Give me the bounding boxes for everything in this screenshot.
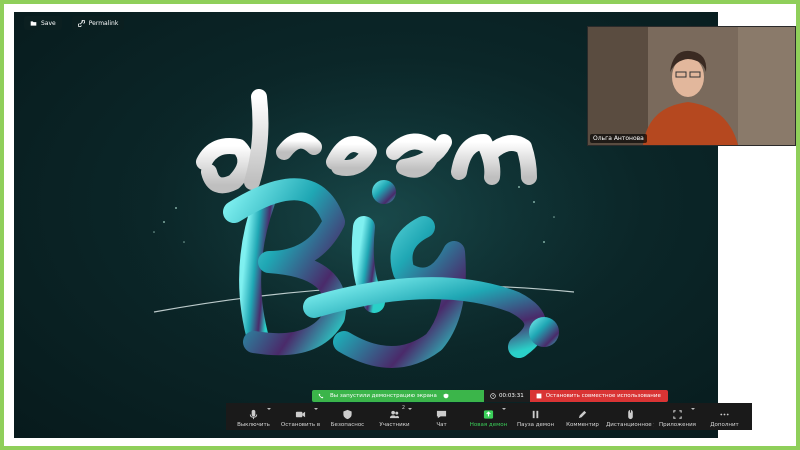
remote-control-label: Дистанционное у <box>606 422 654 428</box>
save-button[interactable]: Save <box>24 16 62 30</box>
mute-button[interactable]: Выключить <box>230 403 277 430</box>
pause-share-label: Пауза демон <box>516 422 555 428</box>
shield-icon <box>443 393 449 399</box>
video-label: Остановить в <box>280 422 321 428</box>
apps-options-caret[interactable] <box>691 408 695 410</box>
mouse-icon <box>627 409 633 420</box>
participant-video <box>588 27 795 145</box>
save-label: Save <box>41 19 56 27</box>
share-toolbar: Save Permalink <box>24 16 125 30</box>
apps-label: Приложения <box>659 422 696 428</box>
pencil-icon <box>578 410 587 419</box>
meeting-controls-bar: Выключить Остановить в Безопаснос 2 Учас… <box>226 403 752 430</box>
phone-icon <box>318 393 324 399</box>
share-message-text: Вы запустили демонстрацию экрана <box>330 393 437 399</box>
stop-video-button[interactable]: Остановить в <box>277 403 324 430</box>
share-status-message: Вы запустили демонстрацию экрана <box>312 390 484 402</box>
chat-button[interactable]: Чат <box>418 403 465 430</box>
stop-share-label: Остановить совместное использование <box>545 393 661 399</box>
pause-share-button[interactable]: Пауза демон <box>512 403 559 430</box>
permalink-label: Permalink <box>88 19 119 27</box>
chat-label: Чат <box>436 422 447 428</box>
participants-button[interactable]: 2 Участники <box>371 403 418 430</box>
security-button[interactable]: Безопаснос <box>324 403 371 430</box>
people-icon <box>389 410 400 419</box>
new-share-label: Новая демон <box>469 422 508 428</box>
more-label: Дополнит <box>710 422 739 428</box>
apps-icon <box>673 410 682 419</box>
more-dots-icon <box>720 413 729 416</box>
participants-label: Участники <box>379 422 410 428</box>
permalink-button[interactable]: Permalink <box>71 16 125 30</box>
chat-bubble-icon <box>436 410 447 419</box>
annotate-button[interactable]: Комментир <box>559 403 606 430</box>
apps-button[interactable]: Приложения <box>654 403 701 430</box>
participant-name: Ольга Антонова <box>590 134 647 143</box>
security-label: Безопаснос <box>330 422 365 428</box>
share-timer-text: 00:03:31 <box>499 393 524 399</box>
pause-icon <box>532 410 539 419</box>
screen-share-status-bar: Вы запустили демонстрацию экрана 00:03:3… <box>312 390 668 402</box>
mute-label: Выключить <box>237 422 270 428</box>
participants-count: 2 <box>401 405 405 411</box>
shield-icon <box>343 409 352 420</box>
stop-share-button[interactable]: Остановить совместное использование <box>529 390 668 402</box>
remote-control-button[interactable]: Дистанционное у <box>606 403 654 430</box>
participant-video-tile[interactable]: Ольга Антонова <box>587 26 796 146</box>
participants-options-caret[interactable] <box>408 408 412 410</box>
share-screen-icon <box>483 410 494 419</box>
link-icon <box>77 19 85 27</box>
new-share-button[interactable]: Новая демон <box>465 403 512 430</box>
annotate-label: Комментир <box>566 422 599 428</box>
stop-icon <box>536 393 542 399</box>
video-options-caret[interactable] <box>314 408 318 410</box>
folder-icon <box>30 20 37 26</box>
share-timer: 00:03:31 <box>484 390 530 402</box>
video-camera-icon <box>295 411 306 418</box>
clock-icon <box>490 393 496 399</box>
mute-options-caret[interactable] <box>267 408 271 410</box>
microphone-icon <box>249 409 258 420</box>
more-button[interactable]: Дополнит <box>701 403 748 430</box>
share-options-caret[interactable] <box>502 408 506 410</box>
